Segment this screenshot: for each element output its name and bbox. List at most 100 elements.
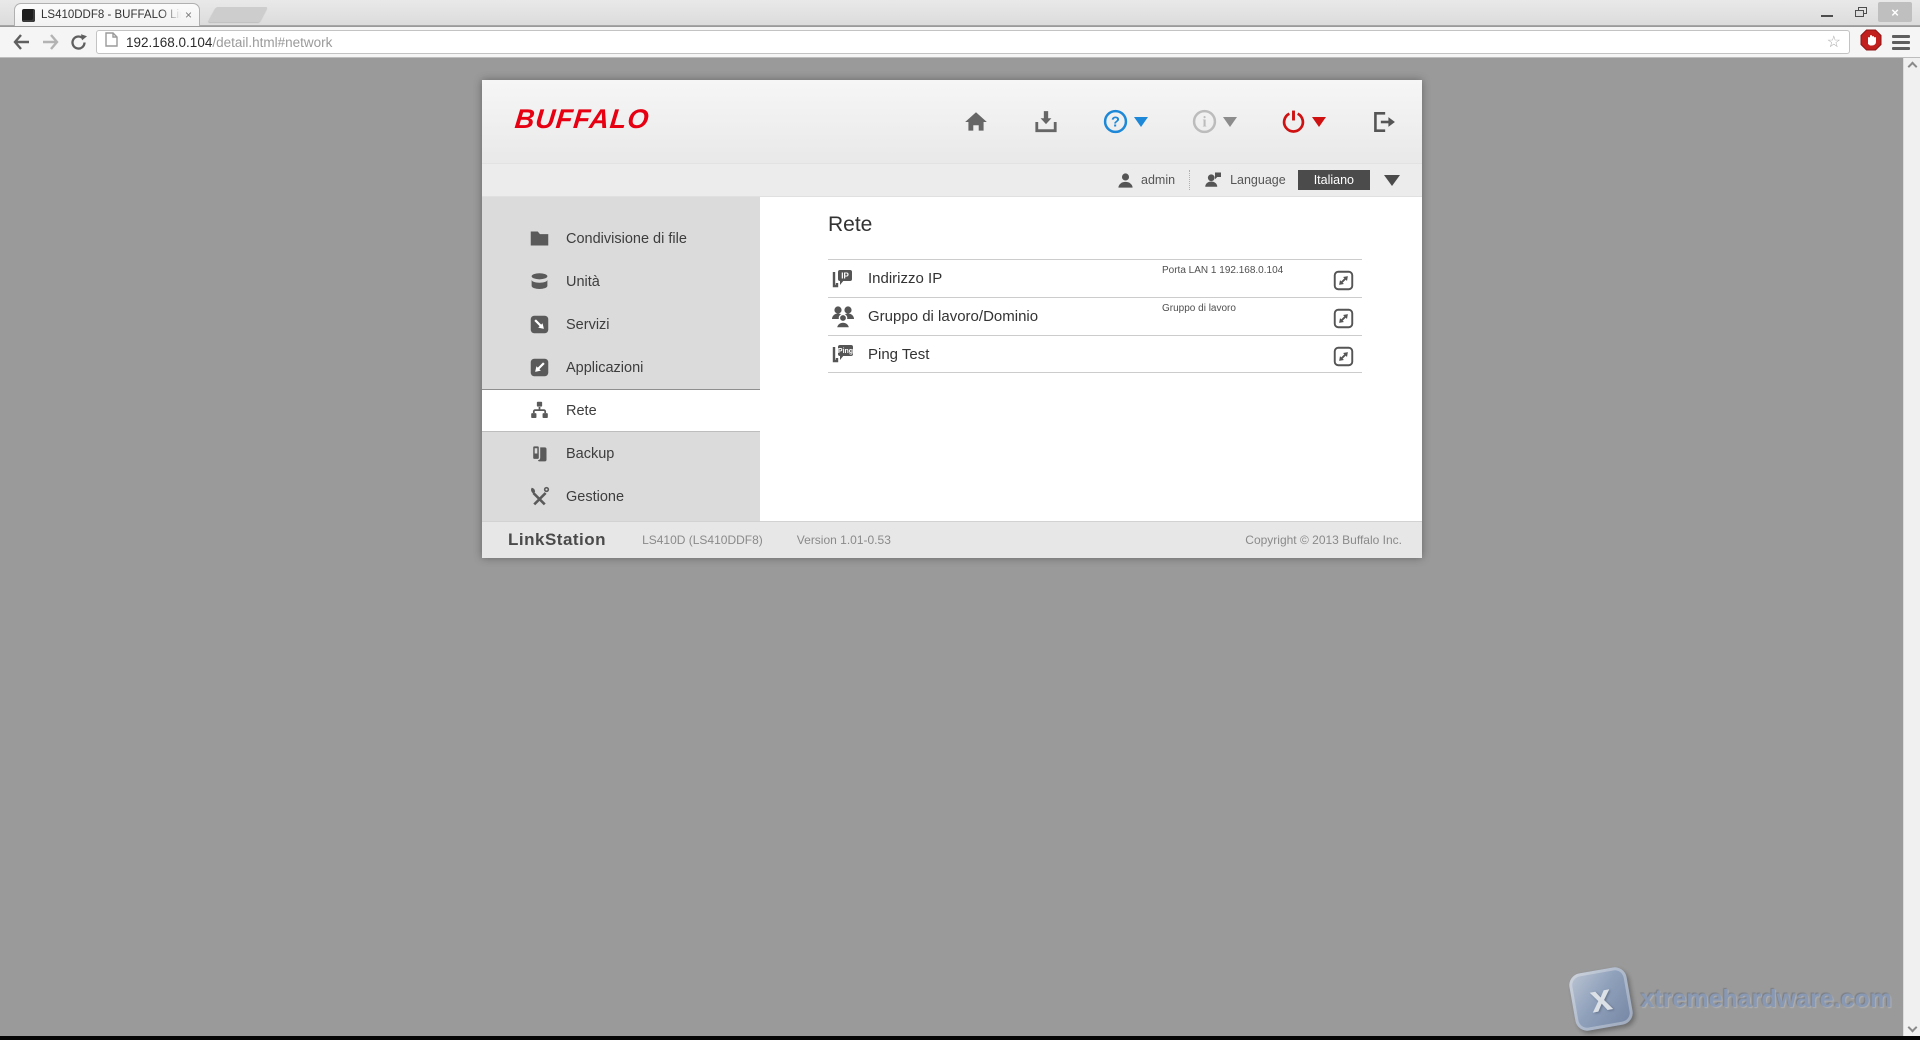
header-icon-row: ? i xyxy=(963,80,1396,163)
sidebar: Condivisione di file Unità Servizi xyxy=(482,197,760,521)
window-controls: × xyxy=(1810,2,1912,22)
open-settings-icon[interactable] xyxy=(1333,308,1354,329)
main-content: Rete IP Indirizzo IP Porta LAN 1 192.168… xyxy=(760,197,1422,521)
svg-text:Ping: Ping xyxy=(838,348,853,355)
vertical-scrollbar[interactable] xyxy=(1903,58,1920,1036)
help-dropdown-icon[interactable] xyxy=(1134,117,1148,127)
info-dropdown-icon[interactable] xyxy=(1223,117,1237,127)
power-dropdown-icon[interactable] xyxy=(1312,117,1326,127)
sidebar-item-label: Applicazioni xyxy=(566,360,643,376)
close-button[interactable]: × xyxy=(1878,2,1912,22)
svg-text:?: ? xyxy=(1111,115,1120,131)
logout-icon[interactable] xyxy=(1370,109,1396,135)
sidebar-item-rete[interactable]: Rete xyxy=(482,389,760,432)
panel-body: Condivisione di file Unità Servizi xyxy=(482,197,1422,521)
workgroup-icon xyxy=(830,304,856,330)
page-viewport: BUFFALO ? i xyxy=(0,58,1920,1036)
scroll-up-icon[interactable] xyxy=(1907,62,1917,72)
restore-icon xyxy=(1855,7,1867,17)
row-ping-test[interactable]: Ping Ping Test xyxy=(828,335,1362,373)
forward-button[interactable] xyxy=(36,30,64,54)
sidebar-item-label: Condivisione di file xyxy=(566,231,687,247)
user-name: admin xyxy=(1141,173,1175,187)
services-icon xyxy=(528,314,550,336)
reload-button[interactable] xyxy=(64,30,92,54)
xtremehardware-badge-icon: x xyxy=(1568,965,1635,1032)
watermark: x xtremehardware.com xyxy=(1572,970,1892,1028)
browser-menu-icon[interactable] xyxy=(1892,35,1910,50)
power-icon[interactable] xyxy=(1281,109,1306,134)
svg-text:IP: IP xyxy=(841,271,849,280)
ip-badge-icon: IP xyxy=(830,266,856,292)
applications-icon xyxy=(528,357,550,379)
settings-list: IP Indirizzo IP Porta LAN 1 192.168.0.10… xyxy=(828,259,1362,373)
bookmark-star-icon[interactable]: ☆ xyxy=(1827,32,1841,52)
url-text[interactable]: 192.168.0.104/detail.html#network xyxy=(126,35,1827,50)
copyright-text: Copyright © 2013 Buffalo Inc. xyxy=(1245,533,1402,547)
sidebar-item-condivisione[interactable]: Condivisione di file xyxy=(482,217,760,260)
sidebar-item-label: Rete xyxy=(566,403,597,419)
badge-letter: x xyxy=(1588,978,1615,1019)
language-icon xyxy=(1204,171,1223,189)
adblock-extension-icon[interactable] xyxy=(1860,29,1882,56)
row-label: Ping Test xyxy=(868,346,929,363)
network-icon xyxy=(528,400,550,422)
scroll-down-icon[interactable] xyxy=(1907,1023,1917,1033)
open-settings-icon[interactable] xyxy=(1333,346,1354,367)
url-path: /detail.html#network xyxy=(212,35,332,50)
home-icon[interactable] xyxy=(963,109,989,135)
sidebar-item-label: Gestione xyxy=(566,489,624,505)
download-icon[interactable] xyxy=(1033,109,1059,135)
sidebar-item-unita[interactable]: Unità xyxy=(482,260,760,303)
panel-header: BUFFALO ? i xyxy=(482,80,1422,163)
row-detail: Gruppo di lavoro xyxy=(1162,303,1236,314)
language-label: Language xyxy=(1230,173,1286,187)
linkstation-logo: LinkStation xyxy=(508,530,606,550)
row-gruppo-dominio[interactable]: Gruppo di lavoro/Dominio Gruppo di lavor… xyxy=(828,297,1362,335)
browser-tabstrip: LS410DDF8 - BUFFALO Lin × × xyxy=(0,0,1920,26)
panel-footer: LinkStation LS410D (LS410DDF8) Version 1… xyxy=(482,521,1422,558)
sidebar-item-label: Backup xyxy=(566,446,614,462)
tab-title: LS410DDF8 - BUFFALO Lin xyxy=(41,9,181,21)
open-settings-icon[interactable] xyxy=(1333,270,1354,291)
language-select-button[interactable]: Italiano xyxy=(1298,170,1370,190)
sidebar-item-label: Unità xyxy=(566,274,600,290)
address-bar[interactable]: 192.168.0.104/detail.html#network ☆ xyxy=(96,30,1850,54)
sidebar-item-applicazioni[interactable]: Applicazioni xyxy=(482,346,760,389)
browser-toolbar: 192.168.0.104/detail.html#network ☆ xyxy=(0,27,1920,58)
page-title: Rete xyxy=(828,213,872,237)
page-document-icon xyxy=(105,32,118,52)
firmware-version: Version 1.01-0.53 xyxy=(797,533,891,547)
row-indirizzo-ip[interactable]: IP Indirizzo IP Porta LAN 1 192.168.0.10… xyxy=(828,259,1362,297)
userbar-divider xyxy=(1189,170,1190,190)
language-indicator: Language xyxy=(1204,171,1286,189)
backup-icon xyxy=(528,443,550,465)
tab-close-icon[interactable]: × xyxy=(185,9,192,21)
user-bar: admin Language Italiano xyxy=(482,163,1422,197)
svg-text:i: i xyxy=(1202,115,1206,131)
back-button[interactable] xyxy=(8,30,36,54)
url-host: 192.168.0.104 xyxy=(126,35,212,50)
buffalo-logo: BUFFALO xyxy=(513,104,651,135)
sidebar-item-gestione[interactable]: Gestione xyxy=(482,475,760,518)
restore-button[interactable] xyxy=(1844,2,1878,22)
browser-tab[interactable]: LS410DDF8 - BUFFALO Lin × xyxy=(14,3,200,26)
watermark-text: xtremehardware.com xyxy=(1640,985,1892,1014)
new-tab-button[interactable] xyxy=(208,7,268,22)
tools-icon xyxy=(528,486,550,508)
screen-bottom-edge xyxy=(0,1036,1920,1040)
row-label: Indirizzo IP xyxy=(868,270,942,287)
tab-favicon-icon xyxy=(22,9,35,22)
language-dropdown-icon[interactable] xyxy=(1384,175,1400,186)
row-detail: Porta LAN 1 192.168.0.104 xyxy=(1162,265,1283,276)
sidebar-item-servizi[interactable]: Servizi xyxy=(482,303,760,346)
folder-icon xyxy=(528,228,550,250)
sidebar-item-label: Servizi xyxy=(566,317,610,333)
help-icon[interactable]: ? xyxy=(1103,109,1128,134)
info-icon[interactable]: i xyxy=(1192,109,1217,134)
sidebar-item-backup[interactable]: Backup xyxy=(482,432,760,475)
drive-icon xyxy=(528,271,550,293)
ping-bubble-icon: Ping xyxy=(830,341,856,367)
user-icon xyxy=(1117,172,1134,189)
minimize-button[interactable] xyxy=(1810,2,1844,22)
